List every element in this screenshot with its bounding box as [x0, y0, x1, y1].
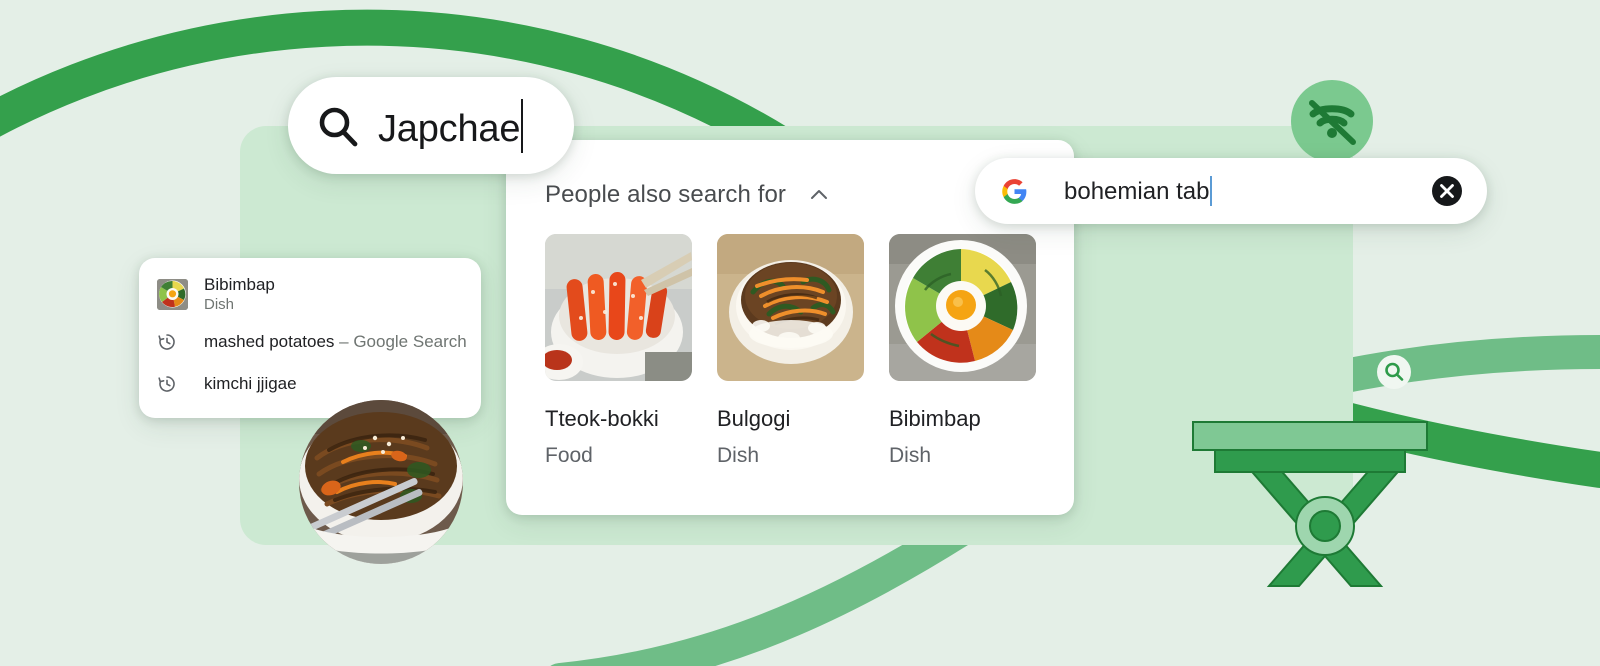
text-caret [1210, 176, 1213, 206]
bibimbap-photo[interactable] [889, 234, 1036, 381]
illustration-canvas: People also search for Tteok-bokki Food … [0, 0, 1600, 666]
related-search-name: Bulgogi [717, 406, 791, 431]
google-omnibox[interactable]: bohemian tab [975, 158, 1487, 224]
related-search-type: Dish [889, 444, 932, 467]
omnibox-value: bohemian tab [1064, 178, 1210, 205]
japchae-photo [299, 400, 463, 564]
japchae-search-value-row: Japchae [378, 98, 524, 153]
section-title: People also search for [545, 181, 787, 208]
suggestion-history-row[interactable]: kimchi jjigae [139, 363, 481, 405]
suggestion-history-label: mashed potatoes – Google Search [204, 332, 467, 352]
related-search-item[interactable]: Bulgogi Dish [717, 234, 864, 468]
related-search-name: Bibimbap [889, 406, 981, 431]
people-also-search-grid: Tteok-bokki Food Bulgogi Dish Bibimbap D… [506, 209, 1074, 468]
google-g-icon [1002, 178, 1027, 204]
search-icon [319, 107, 358, 146]
suggestion-entity-row[interactable]: Bibimbap Dish [139, 258, 481, 321]
related-search-type: Dish [717, 444, 760, 467]
related-search-type: Food [545, 444, 593, 467]
related-search-item[interactable]: Bibimbap Dish [889, 234, 1036, 468]
close-circle-icon[interactable] [1432, 176, 1462, 206]
related-search-name: Tteok-bokki [545, 406, 659, 431]
japchae-search-value: Japchae [378, 107, 521, 150]
history-query-text: kimchi jjigae [204, 374, 297, 393]
bibimbap-thumbnail [157, 279, 188, 310]
search-suggestions-dropdown: Bibimbap Dish mashed potatoes – Google S… [139, 258, 481, 418]
history-clock-icon [158, 334, 175, 350]
history-clock-icon [158, 376, 175, 392]
chevron-up-icon[interactable] [808, 184, 830, 206]
suggestion-history-row[interactable]: mashed potatoes – Google Search [139, 321, 481, 363]
wifi-off-icon [1291, 80, 1373, 162]
japchae-search-pill[interactable]: Japchae [288, 77, 574, 174]
history-query-text: mashed potatoes [204, 332, 335, 351]
suggestion-entity-title: Bibimbap [204, 275, 275, 294]
tteokbokki-photo[interactable] [545, 234, 692, 381]
text-caret [521, 98, 524, 153]
omnibox-value-row: bohemian tab [1064, 176, 1213, 206]
bulgogi-photo[interactable] [717, 234, 864, 381]
suggestion-history-label: kimchi jjigae [204, 374, 297, 394]
related-search-item[interactable]: Tteok-bokki Food [545, 234, 692, 468]
search-icon [1377, 355, 1411, 389]
table-illustration [1192, 421, 1428, 587]
suggestion-entity-subtitle: Dish [204, 296, 235, 313]
history-query-suffix: – Google Search [334, 332, 467, 351]
